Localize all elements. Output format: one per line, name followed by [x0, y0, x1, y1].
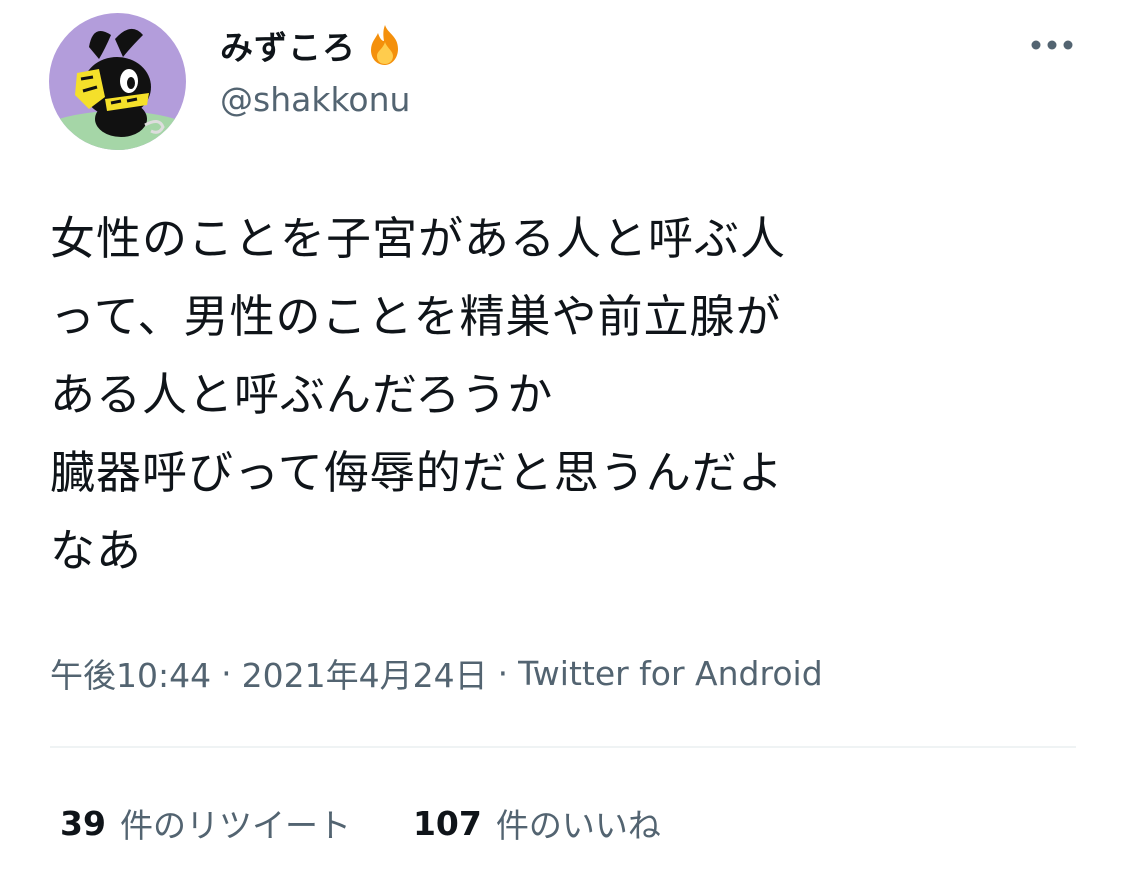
tweet-date[interactable]: 2021年4月24日 — [242, 649, 488, 697]
like-count: 107 — [412, 803, 482, 843]
fire-icon — [362, 22, 408, 68]
tweet-text: 女性のことを子宮がある人と呼ぶ人 って、男性のことを精巣や前立腺が ある人と呼ぶ… — [50, 212, 787, 577]
retweets-stat[interactable]: 39 件のリツイート — [60, 799, 351, 847]
meta-separator: · — [221, 653, 232, 693]
avatar-image — [49, 13, 186, 150]
retweet-count: 39 — [60, 803, 106, 843]
display-name-text: みずころ — [220, 28, 356, 67]
avatar[interactable] — [49, 13, 186, 150]
tweet-stats: 39 件のリツイート 107 件のいいね — [60, 796, 661, 850]
tweet-time[interactable]: 午後10:44 — [50, 649, 211, 697]
display-name[interactable]: みずころ — [220, 20, 408, 70]
user-handle[interactable]: @shakkonu — [220, 80, 410, 119]
more-options-button[interactable] — [1027, 30, 1077, 60]
meta-separator: · — [497, 653, 509, 693]
retweet-label: 件のリツイート — [119, 806, 351, 845]
divider — [50, 746, 1076, 748]
more-icon — [1031, 40, 1073, 50]
like-label: 件のいいね — [495, 806, 661, 845]
tweet-meta: 午後10:44 · 2021年4月24日 · Twitter for Andro… — [50, 646, 823, 700]
tweet-source-link[interactable]: Twitter for Android — [518, 654, 823, 693]
likes-stat[interactable]: 107 件のいいね — [413, 799, 661, 847]
